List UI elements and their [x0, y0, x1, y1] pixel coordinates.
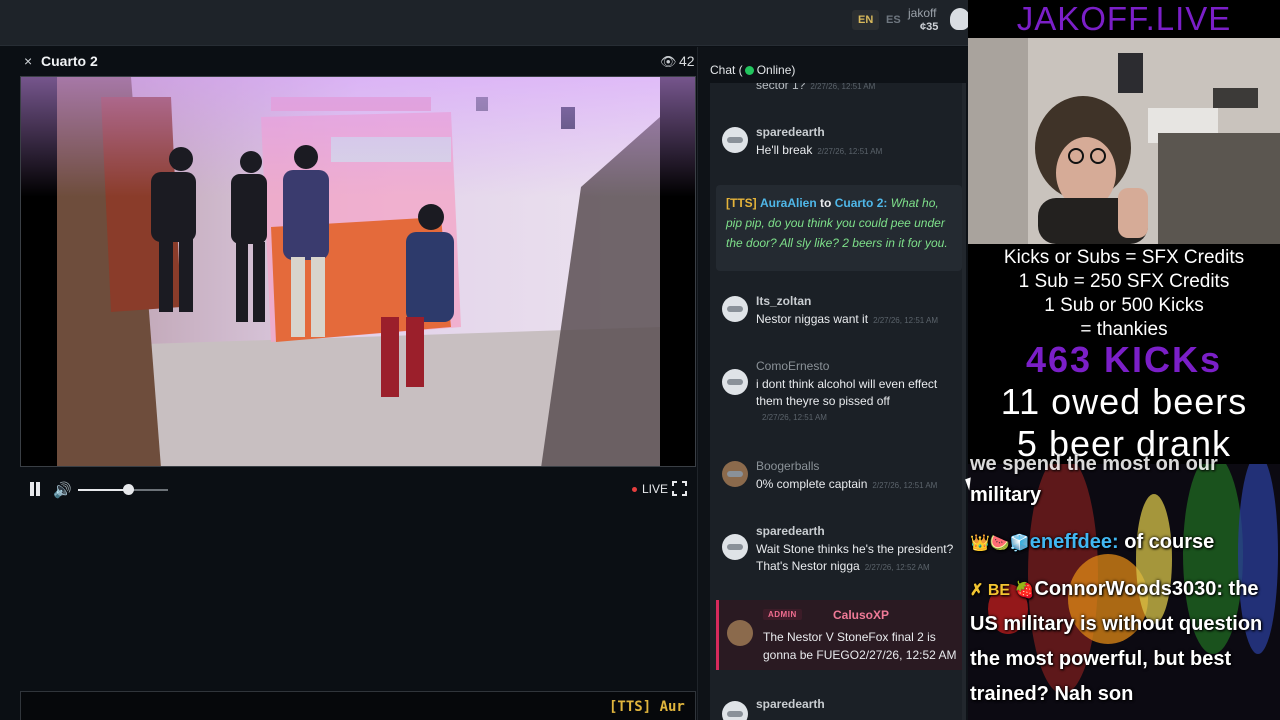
volume-fill	[78, 489, 128, 491]
user-avatar[interactable]	[722, 296, 748, 322]
stream-overlay: JAKOFF.LIVE Kicks or Subs = SFX Credits …	[968, 0, 1280, 720]
message-text: He'll break	[756, 143, 813, 157]
message-time: 2/27/26, 12:51 AM	[873, 316, 938, 325]
chat-scrollbar[interactable]	[962, 83, 966, 720]
overlay-chat-line: US military is without question	[970, 613, 1263, 635]
language-en-button[interactable]: EN	[852, 10, 880, 30]
overlay-chat-username: ConnorWoods3030:	[1034, 578, 1223, 600]
credits-line: Kicks or Subs = SFX Credits	[1003, 247, 1245, 268]
overlay-chat-text: the	[1223, 578, 1259, 600]
player-controls: 🔊 LIVE	[20, 477, 696, 503]
chat-status: Online)	[756, 63, 796, 77]
message-text: i dont think alcohol will even effect th…	[756, 377, 938, 408]
video-frame	[21, 77, 695, 466]
language-es-button[interactable]: ES	[880, 10, 907, 30]
tts-to-word: to	[820, 196, 832, 210]
tts-message: [TTS] AuraAlien to Cuarto 2: What ho, pi…	[716, 185, 962, 271]
ticker-text: [TTS] Aur	[609, 699, 685, 715]
background-shape	[1136, 494, 1172, 624]
message-text: 0% complete captain	[756, 477, 868, 491]
chat-message-list[interactable]: sector 1? 2/27/26, 12:51 AM sparedearth H…	[710, 83, 964, 720]
message-username[interactable]: Its_zoltan	[756, 294, 811, 308]
admin-message: ADMIN CalusoXP The Nestor V StoneFox fin…	[716, 600, 962, 670]
credits-info: Kicks or Subs = SFX Credits 1 Sub = 250 …	[968, 246, 1280, 342]
chat-message: Boogerballs 0% complete captain 2/27/26, …	[710, 455, 964, 505]
user-avatar[interactable]	[722, 127, 748, 153]
overlay-chat-text: of course	[1118, 531, 1215, 553]
chat-title: Chat (	[710, 63, 743, 77]
chat-message: Its_zoltan Nestor niggas want it 2/27/26,…	[710, 290, 964, 340]
tts-tag: [TTS]	[726, 196, 757, 210]
chat-header: Chat ( Online)	[710, 63, 795, 77]
admin-badge: ADMIN	[763, 609, 802, 620]
message-text: sector 1?	[756, 83, 806, 92]
chat-badge-icons: 👑🍉🧊	[970, 535, 1030, 552]
eye-icon: 👁	[660, 54, 677, 69]
message-username[interactable]: sparedearth	[756, 125, 825, 139]
username[interactable]: jakoff	[908, 6, 936, 20]
webcam-feed	[968, 38, 1280, 244]
live-label: LIVE	[642, 482, 669, 496]
pause-icon[interactable]	[29, 482, 41, 496]
tts-target: Cuarto 2:	[834, 196, 888, 210]
chat-message: sector 1? 2/27/26, 12:51 AM	[710, 83, 964, 97]
message-username[interactable]: sparedearth	[756, 697, 825, 711]
chat-badge-icons: ✗ BE 🍓	[970, 582, 1035, 599]
video-player[interactable]	[20, 76, 696, 467]
overlay-chat-line: 👑🍉🧊eneffdee: of course	[970, 531, 1214, 554]
live-dot-icon	[632, 487, 637, 492]
tts-ticker: [TTS] Aur	[20, 691, 696, 720]
overlay-chat-line: military	[970, 484, 1042, 506]
credits-line: 1 Sub or 500 Kicks	[1044, 295, 1204, 316]
owed-beers-counter: 11 owed beers	[1000, 381, 1248, 422]
user-avatar[interactable]	[722, 369, 748, 395]
message-username[interactable]: ComoErnesto	[756, 359, 829, 373]
message-text: Nestor niggas want it	[756, 312, 869, 326]
chat-message: ComoErnesto i dont think alcohol will ev…	[710, 355, 964, 425]
room-title: Cuarto 2	[41, 53, 98, 69]
overlay-chat-line: trained? Nah son	[970, 683, 1134, 705]
online-status-icon	[744, 66, 754, 75]
user-avatar[interactable]	[722, 534, 748, 560]
top-bar: EN ES jakoff ¢35	[0, 0, 970, 46]
volume-icon[interactable]: 🔊	[53, 481, 72, 499]
message-username[interactable]: AuraAlien	[760, 196, 817, 210]
chat-message: sparedearth He'll break 2/27/26, 12:51 AM	[710, 121, 964, 171]
brand-title: JAKOFF.LIVE	[1016, 0, 1232, 37]
overlay-chat-username: eneffdee:	[1029, 531, 1119, 553]
kicks-counter: 463 KICKs	[1025, 339, 1223, 380]
close-icon[interactable]: ×	[24, 53, 32, 69]
volume-knob[interactable]	[122, 484, 134, 495]
message-time: 2/27/26, 12:52 AM	[859, 648, 957, 662]
message-time: 2/27/26, 12:51 AM	[762, 413, 827, 422]
volume-slider[interactable]	[78, 484, 168, 495]
overlay-chat-line: ✗ BE 🍓ConnorWoods3030: the	[970, 578, 1259, 601]
message-username[interactable]: Boogerballs	[756, 459, 819, 473]
chat-panel: Chat ( Online) sector 1? 2/27/26, 12:51 AM…	[697, 47, 968, 720]
user-avatar[interactable]	[950, 8, 970, 30]
overlay-chat-line: the most powerful, but best	[970, 648, 1232, 670]
user-avatar[interactable]	[722, 701, 748, 720]
webcam-image	[968, 38, 1280, 244]
user-avatar[interactable]	[727, 620, 753, 646]
message-time: 2/27/26, 12:51 AM	[810, 83, 876, 91]
overlay-chat-line: we spend the most on our	[970, 453, 1218, 475]
fullscreen-icon[interactable]	[672, 481, 687, 496]
user-avatar[interactable]	[722, 461, 748, 487]
message-time: 2/27/26, 12:52 AM	[864, 563, 930, 572]
message-time: 2/27/26, 12:51 AM	[872, 481, 938, 490]
credits-line: 1 Sub = 250 SFX Credits	[1018, 271, 1230, 292]
message-username[interactable]: CalusoXP	[833, 608, 889, 622]
stream-panel: × Cuarto 2 👁 42 🔊 LIVE [TTS] Aur	[0, 47, 697, 720]
coin-balance: ¢35	[920, 21, 939, 33]
chat-message: sparedearth Wait Stone thinks he's the p…	[710, 520, 964, 590]
chat-message: sparedearth	[710, 693, 964, 720]
message-time: 2/27/26, 12:51 AM	[817, 147, 883, 156]
message-username[interactable]: sparedearth	[756, 524, 825, 538]
viewer-count: 42	[679, 53, 695, 69]
